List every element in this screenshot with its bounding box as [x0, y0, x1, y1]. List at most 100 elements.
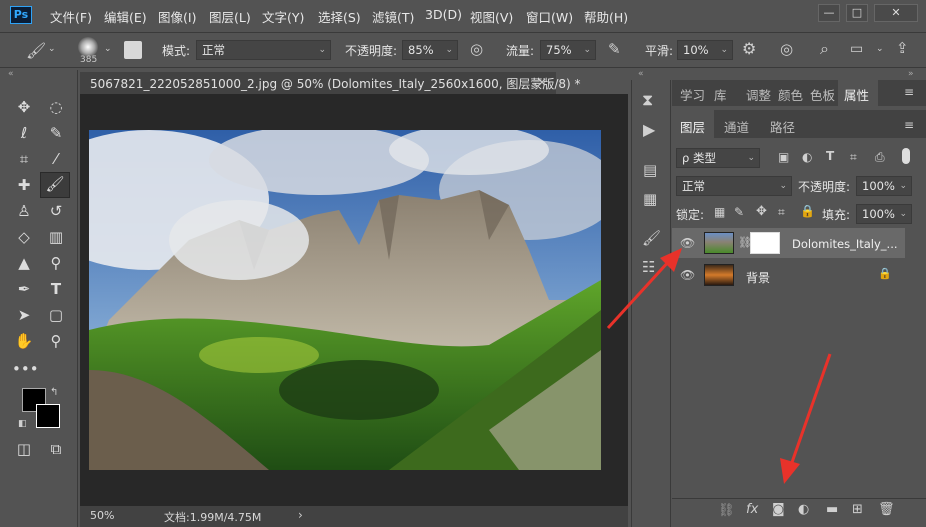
smoothing-input[interactable]: 10% ⌄	[677, 40, 733, 60]
menu-view[interactable]: 视图(V)	[470, 7, 513, 26]
menu-3d[interactable]: 3D(D)	[425, 7, 462, 22]
brush-tool-icon[interactable]: 🖌	[26, 43, 46, 59]
menu-file[interactable]: 文件(F)	[50, 7, 92, 26]
dodge-tool-icon[interactable]: ⚲	[44, 252, 68, 274]
filter-pixel-icon[interactable]: ▣	[778, 151, 789, 163]
chevron-down-icon[interactable]: ⌄	[48, 45, 56, 54]
rectangle-tool-icon[interactable]: ▢	[44, 304, 68, 326]
path-select-icon[interactable]: ➤	[12, 304, 36, 326]
tab-adjustments[interactable]: 调整	[746, 85, 771, 104]
layer-opacity-input[interactable]: 100% ⌄	[856, 176, 912, 196]
gear-icon[interactable]: ⚙	[742, 41, 756, 57]
lock-all-icon[interactable]: 🔒	[800, 205, 815, 217]
lock-artboard-icon[interactable]: ⌗	[778, 206, 785, 218]
history-icon[interactable]: ⧗	[642, 92, 653, 108]
background-color[interactable]	[36, 404, 60, 428]
zoom-level[interactable]: 50%	[90, 509, 114, 522]
actions-play-icon[interactable]: ▶	[643, 122, 655, 138]
close-window-icon[interactable]: ✕	[874, 4, 918, 22]
tab-libraries[interactable]: 库	[714, 85, 727, 104]
workspace-icon[interactable]: ▭	[850, 42, 863, 56]
adjustment-icon[interactable]: ◐	[798, 503, 809, 516]
tab-properties[interactable]: 属性	[844, 85, 869, 104]
lock-transparency-icon[interactable]: ▦	[714, 206, 725, 218]
trash-icon[interactable]: 🗑	[878, 503, 895, 516]
pressure-size-icon[interactable]: ◎	[780, 42, 793, 57]
share-icon[interactable]: ⇪	[896, 41, 909, 56]
fx-icon[interactable]: fx	[746, 503, 758, 516]
mode-select[interactable]: 正常 ⌄	[196, 40, 331, 60]
tab-learn[interactable]: 学习	[680, 85, 705, 104]
panel-menu-icon[interactable]: ≡	[904, 119, 914, 131]
chevron-down-icon[interactable]: ⌄	[104, 45, 112, 54]
search-icon[interactable]: ⌕	[820, 41, 829, 57]
move-tool-icon[interactable]: ✥	[12, 96, 36, 118]
canvas-image[interactable]	[89, 130, 601, 470]
airbrush-icon[interactable]: ✎	[608, 42, 621, 57]
collapse-icon[interactable]: «	[8, 70, 14, 79]
blend-mode-select[interactable]: 正常 ⌄	[676, 176, 792, 196]
layer-row[interactable]: 👁 背景 🔒	[672, 260, 905, 290]
tab-layers[interactable]: 图层	[680, 117, 705, 136]
mask-icon[interactable]: ◙	[772, 503, 785, 516]
menu-window[interactable]: 窗口(W)	[526, 7, 573, 26]
pen-tool-icon[interactable]: ✒	[12, 278, 36, 300]
brush-preview-icon[interactable]	[78, 37, 98, 57]
document-tab[interactable]: 5067821_222052851000_2.jpg @ 50% (Dolomi…	[80, 70, 581, 94]
more-tools-icon[interactable]: •••	[12, 358, 39, 380]
fill-input[interactable]: 100% ⌄	[856, 204, 912, 224]
flow-input[interactable]: 75% ⌄	[540, 40, 596, 60]
layer-name[interactable]: Dolomites_Italy_...	[792, 237, 898, 251]
default-colors-icon[interactable]: ◧	[18, 420, 27, 429]
layer-row[interactable]: 👁 ⛓ Dolomites_Italy_...	[672, 228, 905, 258]
tab-channels[interactable]: 通道	[724, 117, 749, 136]
menu-help[interactable]: 帮助(H)	[584, 7, 628, 26]
layer-filter-select[interactable]: ρ 类型 ⌄	[676, 148, 760, 168]
menu-select[interactable]: 选择(S)	[318, 7, 361, 26]
maximize-icon[interactable]: □	[846, 4, 868, 22]
properties-icon[interactable]: ▤	[643, 163, 657, 178]
eyedropper-icon[interactable]: ⁄	[44, 148, 68, 170]
status-menu-arrow[interactable]: ›	[298, 508, 303, 522]
filter-adjustment-icon[interactable]: ◐	[802, 151, 812, 163]
history-brush-icon[interactable]: ↺	[44, 200, 68, 222]
lock-pixels-icon[interactable]: ✎	[734, 206, 744, 218]
chevron-down-icon[interactable]: ⌄	[876, 45, 884, 54]
zoom-tool-icon[interactable]: ⚲	[44, 330, 68, 352]
menu-layer[interactable]: 图层(L)	[209, 7, 251, 26]
layer-name[interactable]: 背景	[746, 269, 770, 286]
new-layer-icon[interactable]: ⊞	[852, 503, 863, 516]
close-tab-icon[interactable]: ×	[537, 75, 547, 89]
visibility-eye-icon[interactable]: 👁	[680, 269, 695, 281]
crop-tool-icon[interactable]: ⌗	[12, 148, 36, 170]
minimize-icon[interactable]: —	[818, 4, 840, 22]
screen-mode-icon[interactable]: ⧉	[44, 438, 68, 460]
panel-menu-icon[interactable]: ≡	[904, 86, 914, 98]
filter-shape-icon[interactable]: ⌗	[850, 151, 857, 163]
layer-mask-thumbnail[interactable]	[750, 232, 780, 254]
opacity-input[interactable]: 85% ⌄	[402, 40, 458, 60]
menu-edit[interactable]: 编辑(E)	[104, 7, 147, 26]
link-icon[interactable]: ⛓	[718, 504, 735, 517]
tool-presets-icon[interactable]: ☷	[642, 260, 655, 275]
filter-type-icon[interactable]: T	[826, 150, 834, 162]
brush-panel-icon[interactable]	[124, 41, 142, 59]
eraser-icon[interactable]: ◇	[12, 226, 36, 248]
tab-paths[interactable]: 路径	[770, 117, 795, 136]
tab-color[interactable]: 颜色	[778, 85, 803, 104]
quick-select-icon[interactable]: ✎	[44, 122, 68, 144]
lock-position-icon[interactable]: ✥	[756, 205, 767, 218]
brushes-icon[interactable]: 🖌	[642, 231, 661, 246]
healing-brush-icon[interactable]: ✚	[12, 174, 36, 196]
menu-image[interactable]: 图像(I)	[158, 7, 196, 26]
menu-type[interactable]: 文字(Y)	[262, 7, 304, 26]
menu-filter[interactable]: 滤镜(T)	[372, 7, 414, 26]
filter-toggle[interactable]	[902, 148, 910, 164]
tab-swatches[interactable]: 色板	[810, 85, 835, 104]
type-tool-icon[interactable]: T	[44, 278, 68, 300]
notes-icon[interactable]: ▦	[643, 192, 657, 207]
brush-tool-icon[interactable]: 🖌	[40, 172, 70, 198]
visibility-eye-icon[interactable]: 👁	[680, 237, 695, 249]
hand-tool-icon[interactable]: ✋	[12, 330, 36, 352]
swap-colors-icon[interactable]: ↰	[50, 388, 58, 398]
